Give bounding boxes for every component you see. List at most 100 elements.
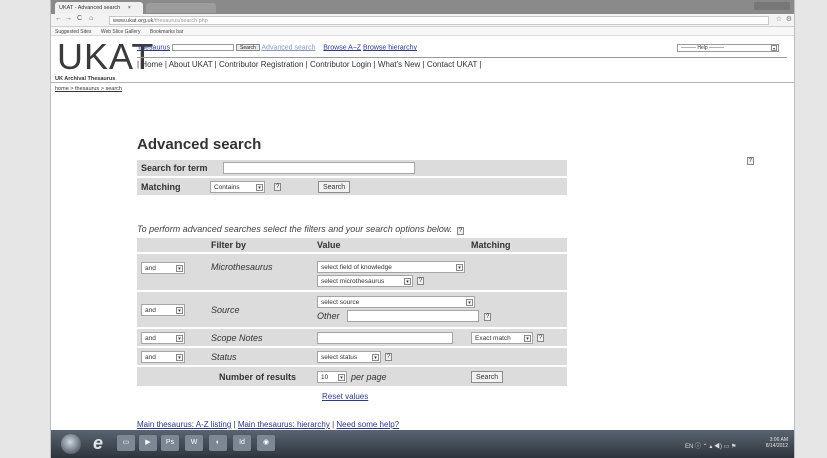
advanced-search-button[interactable]: Search — [471, 371, 504, 383]
bookmark-web-slice-gallery[interactable]: Web Slice Gallery — [101, 29, 141, 35]
clock-date: 8/14/2012 — [765, 443, 788, 449]
header-search-row: Thesaurus Search Advanced search Browse … — [137, 44, 417, 54]
status-select[interactable]: select status ▾ — [317, 351, 381, 363]
chevron-down-icon: ▾ — [456, 264, 463, 271]
instruction-help-icon[interactable]: ? — [456, 227, 465, 235]
footer-hierarchy-link[interactable]: Main thesaurus: hierarchy — [238, 420, 330, 429]
operator-value: and — [145, 307, 156, 314]
header-search-input[interactable] — [172, 44, 235, 51]
bookmark-star-icon[interactable]: ☆ — [776, 15, 782, 23]
other-source-input[interactable] — [347, 310, 479, 322]
indesign-icon[interactable]: Id — [233, 435, 251, 451]
chevron-down-icon: ▾ — [338, 374, 345, 381]
chevron-down-icon: ▾ — [771, 45, 777, 51]
help-select-value: ——— Help ——— — [681, 45, 725, 51]
advanced-search-link[interactable]: Advanced search — [261, 44, 315, 51]
instruction-text: To perform advanced searches select the … — [137, 224, 465, 235]
internet-explorer-icon[interactable]: e — [93, 433, 103, 454]
header-divider — [137, 57, 787, 58]
field-of-knowledge-select[interactable]: select field of knowledge ▾ — [317, 261, 465, 273]
microthesaurus-select[interactable]: select microthesaurus ▾ — [317, 275, 413, 287]
media-player-icon[interactable]: ▶ — [139, 435, 157, 451]
source-help-icon[interactable]: ? — [484, 313, 492, 321]
url-path: /thesaurus/search.php — [153, 18, 208, 24]
window-controls[interactable] — [754, 2, 790, 10]
chevron-down-icon: ▾ — [176, 265, 183, 272]
language-indicator[interactable]: EN — [685, 444, 693, 450]
chevron-down-icon: ▾ — [176, 307, 183, 314]
field-of-knowledge-value: select field of knowledge — [321, 264, 392, 271]
browse-hierarchy-link[interactable]: Browse hierarchy — [363, 44, 417, 51]
other-label: Other — [317, 311, 340, 321]
bookmarks-bar: Suggested Sites Web Slice Gallery Bookma… — [51, 27, 794, 36]
tab-close-icon[interactable]: × — [128, 5, 131, 11]
footer-links: Main thesaurus: A-Z listing | Main thesa… — [137, 420, 400, 429]
per-page-label: per page — [351, 372, 387, 382]
reload-icon[interactable]: C — [77, 15, 82, 22]
microthesaurus-help-icon[interactable]: ? — [417, 277, 425, 285]
forward-icon[interactable]: → — [65, 15, 72, 22]
chevron-down-icon: ▾ — [176, 335, 183, 342]
folder-icon[interactable]: ▭ — [117, 435, 135, 451]
wrench-icon[interactable]: ⚙ — [786, 15, 792, 23]
navigation-bar: ← → C ⌂ www.ukat.org.uk/thesaurus/search… — [51, 14, 794, 27]
help-icon[interactable]: ? — [746, 157, 754, 165]
chrome-app-icon[interactable]: ◉ — [257, 435, 275, 451]
status-value: select status — [321, 354, 358, 361]
operator-select[interactable]: and ▾ — [141, 351, 185, 363]
number-of-results-label: Number of results — [219, 372, 297, 382]
operator-value: and — [145, 354, 156, 361]
matching-row — [137, 178, 567, 195]
chrome-icon[interactable]: ◐ — [209, 435, 227, 451]
filter-label: Microthesaurus — [211, 262, 273, 272]
tab-inactive[interactable] — [146, 3, 216, 13]
results-per-page-select[interactable]: 10 ▾ — [317, 371, 347, 383]
header-bottom-divider — [51, 82, 794, 83]
header-value: Value — [317, 240, 341, 250]
operator-select[interactable]: and ▾ — [141, 332, 185, 344]
header-filter-by: Filter by — [211, 240, 247, 250]
tab-active[interactable]: UKAT - Advanced search × — [55, 2, 143, 14]
header-search-button[interactable]: Search — [235, 44, 260, 51]
word-icon[interactable]: W — [185, 435, 203, 451]
status-help-icon[interactable]: ? — [385, 353, 393, 361]
search-for-term-label: Search for term — [141, 163, 208, 173]
photoshop-icon[interactable]: Ps — [161, 435, 179, 451]
tab-bar: UKAT - Advanced search × — [51, 0, 794, 14]
footer-help-link[interactable]: Need some help? — [336, 420, 399, 429]
source-value: select source — [321, 299, 360, 306]
thesaurus-link[interactable]: Thesaurus — [137, 44, 170, 51]
bookmark-bookmarks-bar[interactable]: Bookmarks bar — [150, 29, 184, 35]
bookmark-suggested-sites[interactable]: Suggested Sites — [55, 29, 91, 35]
back-icon[interactable]: ← — [55, 15, 62, 22]
chevron-down-icon: ▾ — [372, 354, 379, 361]
microthesaurus-value: select microthesaurus — [321, 278, 385, 285]
operator-value: and — [145, 265, 156, 272]
home-icon[interactable]: ⌂ — [89, 15, 93, 22]
tab-title: UKAT - Advanced search — [59, 5, 121, 11]
scope-notes-help-icon[interactable]: ? — [537, 334, 545, 342]
operator-select[interactable]: and ▾ — [141, 262, 185, 274]
system-clock[interactable]: 3:06 AM 8/14/2012 — [766, 437, 788, 449]
search-button[interactable]: Search — [318, 181, 351, 193]
start-button[interactable] — [61, 434, 81, 454]
search-term-input[interactable] — [223, 162, 415, 174]
help-select[interactable]: ——— Help ——— ▾ — [677, 44, 779, 52]
source-select[interactable]: select source ▾ — [317, 296, 475, 308]
page-title: Advanced search — [137, 136, 262, 153]
matching-help-icon[interactable]: ? — [274, 183, 282, 191]
address-bar[interactable]: www.ukat.org.uk/thesaurus/search.php — [109, 16, 769, 25]
url-host: www.ukat.org.uk — [113, 18, 154, 24]
scope-notes-matching-select[interactable]: Exact match ▾ — [471, 332, 533, 344]
matching-label: Matching — [141, 182, 181, 192]
browser-window: UKAT - Advanced search × ← → C ⌂ www.uka… — [50, 0, 795, 458]
main-menu[interactable]: | Home | About UKAT | Contributor Regist… — [137, 60, 482, 69]
reset-values-link[interactable]: Reset values — [322, 392, 368, 401]
system-tray-icons[interactable]: EN ⓘ ⌃ ▴ ◀) ▭ ⚑ — [685, 441, 736, 450]
matching-select[interactable]: Contains ▾ — [210, 181, 265, 193]
operator-select[interactable]: and ▾ — [141, 304, 185, 316]
footer-az-listing-link[interactable]: Main thesaurus: A-Z listing — [137, 420, 231, 429]
breadcrumb[interactable]: home > thesaurus > search — [55, 86, 122, 92]
browse-az-link[interactable]: Browse A–Z — [323, 44, 361, 51]
scope-notes-input[interactable] — [317, 332, 453, 344]
